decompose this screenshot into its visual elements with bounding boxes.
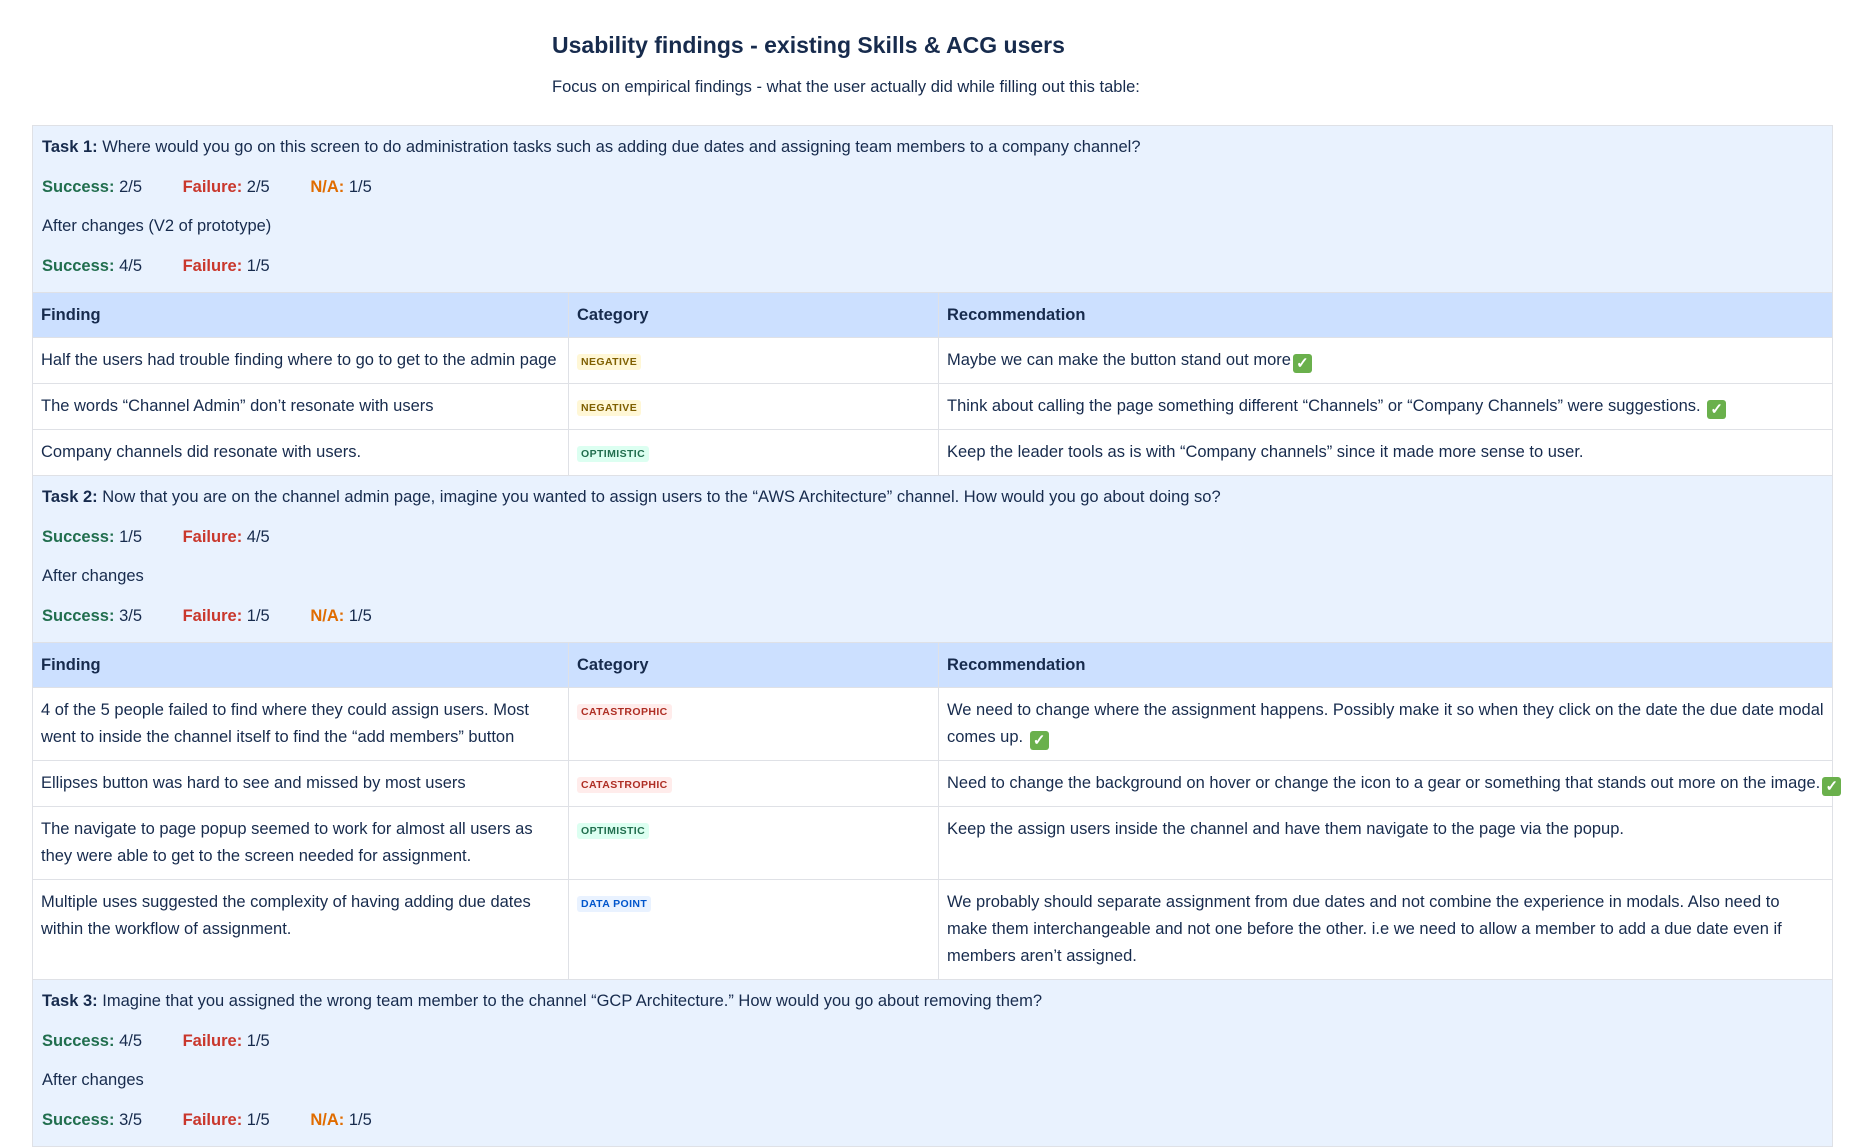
check-mark-icon: ✓	[1822, 777, 1842, 796]
task-label: Task 3:	[42, 992, 98, 1010]
status-badge: NEGATIVE	[577, 400, 642, 416]
table-row: Half the users had trouble finding where…	[32, 337, 1834, 384]
findings-table: Task 1: Where would you go on this scree…	[31, 125, 1842, 1147]
task-row: Task 3: Imagine that you assigned the wr…	[31, 979, 1834, 1147]
task-results-after: Success: 3/5 Failure: 1/5 N/A: 1/5	[42, 1107, 1823, 1147]
task-question: Task 2: Now that you are on the channel …	[42, 484, 1823, 524]
task-results-after: Success: 3/5 Failure: 1/5 N/A: 1/5	[42, 603, 1823, 643]
category-cell[interactable]: OPTIMISTIC	[568, 429, 939, 476]
table-row: The words “Channel Admin” don’t resonate…	[32, 383, 1834, 430]
recommendation-cell[interactable]: Keep the assign users inside the channel…	[937, 806, 1834, 880]
recommendation-cell[interactable]: We need to change where the assignment h…	[937, 687, 1834, 761]
task-row: Task 2: Now that you are on the channel …	[31, 475, 1834, 643]
task-question-text: Imagine that you assigned the wrong team…	[102, 992, 1043, 1010]
status-badge: OPTIMISTIC	[577, 446, 650, 462]
category-cell[interactable]: OPTIMISTIC	[568, 806, 939, 880]
success-stat: Success: 2/5	[42, 177, 142, 196]
task-label: Task 1:	[42, 138, 98, 156]
status-badge: CATASTROPHIC	[577, 777, 672, 793]
finding-cell[interactable]: Multiple uses suggested the complexity o…	[32, 879, 569, 980]
check-mark-icon: ✓	[1029, 731, 1049, 750]
task-question: Task 3: Imagine that you assigned the wr…	[42, 988, 1823, 1028]
header-category: Category	[568, 292, 939, 338]
category-cell[interactable]: NEGATIVE	[568, 383, 939, 430]
category-cell[interactable]: CATASTROPHIC	[568, 687, 939, 761]
failure-stat: Failure: 1/5	[182, 1110, 270, 1129]
after-changes-label: After changes (V2 of prototype)	[42, 217, 272, 235]
check-mark-icon: ✓	[1292, 354, 1312, 373]
page-subtitle: Focus on empirical findings - what the u…	[552, 78, 1140, 96]
na-stat: N/A: 1/5	[310, 177, 372, 196]
recommendation-cell[interactable]: Keep the leader tools as is with “Compan…	[937, 429, 1834, 476]
task-results-before: Success: 4/5 Failure: 1/5	[42, 1028, 1823, 1068]
document-page: Usability findings - existing Skills & A…	[0, 0, 1853, 1147]
success-stat: Success: 4/5	[42, 1031, 142, 1050]
task-results-after: Success: 4/5 Failure: 1/5	[42, 253, 1823, 293]
finding-cell[interactable]: Half the users had trouble finding where…	[32, 337, 569, 384]
category-cell[interactable]: DATA POINT	[568, 879, 939, 980]
failure-stat: Failure: 1/5	[182, 606, 270, 625]
header-recommendation: Recommendation	[937, 292, 1834, 338]
table-header-row: Finding Category Recommendation	[32, 642, 1834, 688]
table-header-row: Finding Category Recommendation	[32, 292, 1834, 338]
task-question: Task 1: Where would you go on this scree…	[42, 134, 1823, 174]
finding-cell[interactable]: The words “Channel Admin” don’t resonate…	[32, 383, 569, 430]
table-row: Multiple uses suggested the complexity o…	[32, 879, 1834, 980]
status-badge: OPTIMISTIC	[577, 823, 650, 839]
page-title: Usability findings - existing Skills & A…	[552, 32, 1065, 58]
finding-cell[interactable]: The navigate to page popup seemed to wor…	[32, 806, 569, 880]
finding-cell[interactable]: Company channels did resonate with users…	[32, 429, 569, 476]
task-question-text: Where would you go on this screen to do …	[102, 138, 1141, 156]
success-stat: Success: 3/5	[42, 1110, 142, 1129]
success-stat: Success: 1/5	[42, 527, 142, 546]
task-label: Task 2:	[42, 488, 98, 506]
recommendation-cell[interactable]: Maybe we can make the button stand out m…	[937, 337, 1834, 384]
status-badge: NEGATIVE	[577, 354, 642, 370]
table-row: Company channels did resonate with users…	[32, 429, 1834, 476]
finding-cell[interactable]: Ellipses button was hard to see and miss…	[32, 760, 569, 807]
header-finding: Finding	[32, 292, 569, 338]
task-3-cell[interactable]: Task 3: Imagine that you assigned the wr…	[31, 979, 1834, 1147]
task-row: Task 1: Where would you go on this scree…	[31, 125, 1834, 293]
success-stat: Success: 4/5	[42, 256, 142, 275]
after-changes-label: After changes	[42, 1071, 144, 1089]
failure-stat: Failure: 4/5	[182, 527, 270, 546]
table-row: 4 of the 5 people failed to find where t…	[32, 687, 1834, 761]
category-cell[interactable]: CATASTROPHIC	[568, 760, 939, 807]
task-2-cell[interactable]: Task 2: Now that you are on the channel …	[31, 475, 1834, 643]
task-results-before: Success: 1/5 Failure: 4/5	[42, 524, 1823, 564]
failure-stat: Failure: 1/5	[182, 1031, 270, 1050]
na-stat: N/A: 1/5	[310, 606, 372, 625]
recommendation-cell[interactable]: Need to change the background on hover o…	[937, 760, 1842, 807]
check-mark-icon: ✓	[1707, 400, 1727, 419]
success-stat: Success: 3/5	[42, 606, 142, 625]
after-changes-label: After changes	[42, 567, 144, 585]
header-finding: Finding	[32, 642, 569, 688]
table-row: The navigate to page popup seemed to wor…	[32, 806, 1834, 880]
na-stat: N/A: 1/5	[310, 1110, 372, 1129]
header-category: Category	[568, 642, 939, 688]
finding-cell[interactable]: 4 of the 5 people failed to find where t…	[32, 687, 569, 761]
category-cell[interactable]: NEGATIVE	[568, 337, 939, 384]
status-badge: CATASTROPHIC	[577, 704, 672, 720]
recommendation-cell[interactable]: We probably should separate assignment f…	[937, 879, 1834, 980]
task-question-text: Now that you are on the channel admin pa…	[102, 488, 1221, 506]
recommendation-cell[interactable]: Think about calling the page something d…	[937, 383, 1834, 430]
header-recommendation: Recommendation	[937, 642, 1834, 688]
task-1-cell[interactable]: Task 1: Where would you go on this scree…	[31, 125, 1834, 293]
failure-stat: Failure: 1/5	[182, 256, 270, 275]
failure-stat: Failure: 2/5	[182, 177, 270, 196]
status-badge: DATA POINT	[577, 896, 652, 912]
task-results-before: Success: 2/5 Failure: 2/5 N/A: 1/5	[42, 174, 1823, 214]
table-row: Ellipses button was hard to see and miss…	[32, 760, 1842, 807]
